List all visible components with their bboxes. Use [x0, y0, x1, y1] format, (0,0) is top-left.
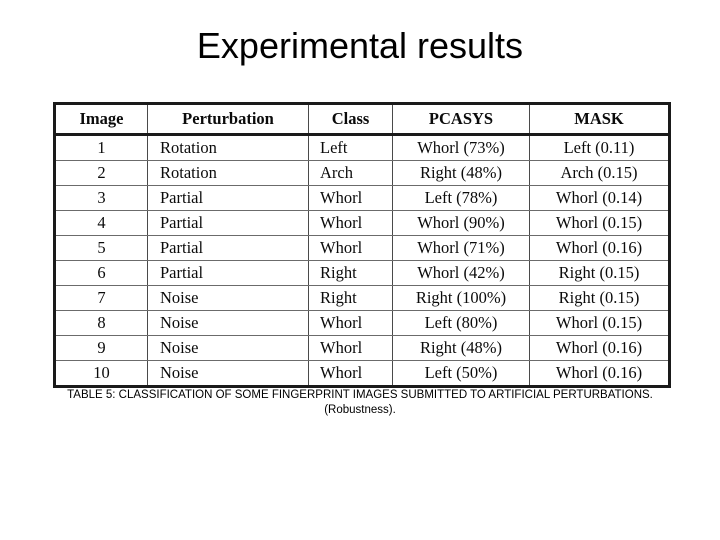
table-row: 1 Rotation Left Whorl (73%) Left (0.11) — [53, 134, 671, 161]
cell-class: Right — [308, 260, 393, 286]
cell-mask: Whorl (0.15) — [529, 310, 671, 336]
table-row: 6 Partial Right Whorl (42%) Right (0.15) — [53, 260, 671, 286]
page-title: Experimental results — [196, 25, 524, 66]
table-row: 9 Noise Whorl Right (48%) Whorl (0.16) — [53, 335, 671, 361]
cell-image: 6 — [53, 260, 148, 286]
cell-class: Whorl — [308, 335, 393, 361]
cell-image: 8 — [53, 310, 148, 336]
cell-mask: Whorl (0.16) — [529, 235, 671, 261]
cell-perturbation: Rotation — [147, 160, 309, 186]
column-header-class: Class — [308, 102, 393, 136]
cell-mask: Arch (0.15) — [529, 160, 671, 186]
table-header-row: Image Perturbation Class PCASYS MASK — [53, 102, 671, 136]
cell-class: Right — [308, 285, 393, 311]
table-row: 5 Partial Whorl Whorl (71%) Whorl (0.16) — [53, 235, 671, 261]
cell-pcasys: Right (48%) — [392, 160, 530, 186]
cell-class: Whorl — [308, 210, 393, 236]
table-row: 10 Noise Whorl Left (50%) Whorl (0.16) — [53, 360, 671, 388]
cell-class: Left — [308, 134, 393, 161]
cell-perturbation: Rotation — [147, 134, 309, 161]
cell-pcasys: Left (78%) — [392, 185, 530, 211]
cell-pcasys: Whorl (71%) — [392, 235, 530, 261]
cell-mask: Left (0.11) — [529, 134, 671, 161]
results-table-container: Image Perturbation Class PCASYS MASK 1 R… — [53, 102, 671, 388]
column-header-image: Image — [53, 102, 148, 136]
cell-class: Whorl — [308, 310, 393, 336]
cell-image: 2 — [53, 160, 148, 186]
cell-pcasys: Whorl (73%) — [392, 134, 530, 161]
column-header-pcasys: PCASYS — [392, 102, 530, 136]
table-row: 8 Noise Whorl Left (80%) Whorl (0.15) — [53, 310, 671, 336]
cell-class: Whorl — [308, 185, 393, 211]
cell-mask: Whorl (0.16) — [529, 335, 671, 361]
cell-image: 1 — [53, 134, 148, 161]
cell-mask: Right (0.15) — [529, 285, 671, 311]
cell-image: 10 — [53, 360, 148, 388]
cell-pcasys: Whorl (42%) — [392, 260, 530, 286]
cell-pcasys: Whorl (90%) — [392, 210, 530, 236]
cell-mask: Whorl (0.16) — [529, 360, 671, 388]
cell-perturbation: Noise — [147, 360, 309, 388]
table-row: 3 Partial Whorl Left (78%) Whorl (0.14) — [53, 185, 671, 211]
cell-class: Arch — [308, 160, 393, 186]
cell-perturbation: Noise — [147, 335, 309, 361]
cell-class: Whorl — [308, 360, 393, 388]
cell-image: 3 — [53, 185, 148, 211]
results-table: Image Perturbation Class PCASYS MASK 1 R… — [53, 102, 671, 388]
cell-pcasys: Right (48%) — [392, 335, 530, 361]
table-row: 2 Rotation Arch Right (48%) Arch (0.15) — [53, 160, 671, 186]
cell-mask: Right (0.15) — [529, 260, 671, 286]
table-row: 4 Partial Whorl Whorl (90%) Whorl (0.15) — [53, 210, 671, 236]
cell-image: 9 — [53, 335, 148, 361]
table-row: 7 Noise Right Right (100%) Right (0.15) — [53, 285, 671, 311]
cell-image: 4 — [53, 210, 148, 236]
cell-perturbation: Partial — [147, 235, 309, 261]
column-header-mask: MASK — [529, 102, 671, 136]
cell-pcasys: Right (100%) — [392, 285, 530, 311]
cell-perturbation: Noise — [147, 310, 309, 336]
table-header: Image Perturbation Class PCASYS MASK — [53, 102, 671, 136]
column-header-perturbation: Perturbation — [147, 102, 309, 136]
cell-pcasys: Left (80%) — [392, 310, 530, 336]
slide-canvas: Experimental results Image Perturbation … — [0, 0, 720, 540]
cell-mask: Whorl (0.15) — [529, 210, 671, 236]
cell-pcasys: Left (50%) — [392, 360, 530, 388]
cell-mask: Whorl (0.14) — [529, 185, 671, 211]
cell-perturbation: Partial — [147, 210, 309, 236]
cell-perturbation: Partial — [147, 185, 309, 211]
cell-perturbation: Noise — [147, 285, 309, 311]
cell-image: 7 — [53, 285, 148, 311]
cell-class: Whorl — [308, 235, 393, 261]
table-caption: TABLE 5: CLASSIFICATION OF SOME FINGERPR… — [67, 389, 653, 416]
cell-perturbation: Partial — [147, 260, 309, 286]
cell-image: 5 — [53, 235, 148, 261]
table-body: 1 Rotation Left Whorl (73%) Left (0.11) … — [53, 134, 671, 388]
